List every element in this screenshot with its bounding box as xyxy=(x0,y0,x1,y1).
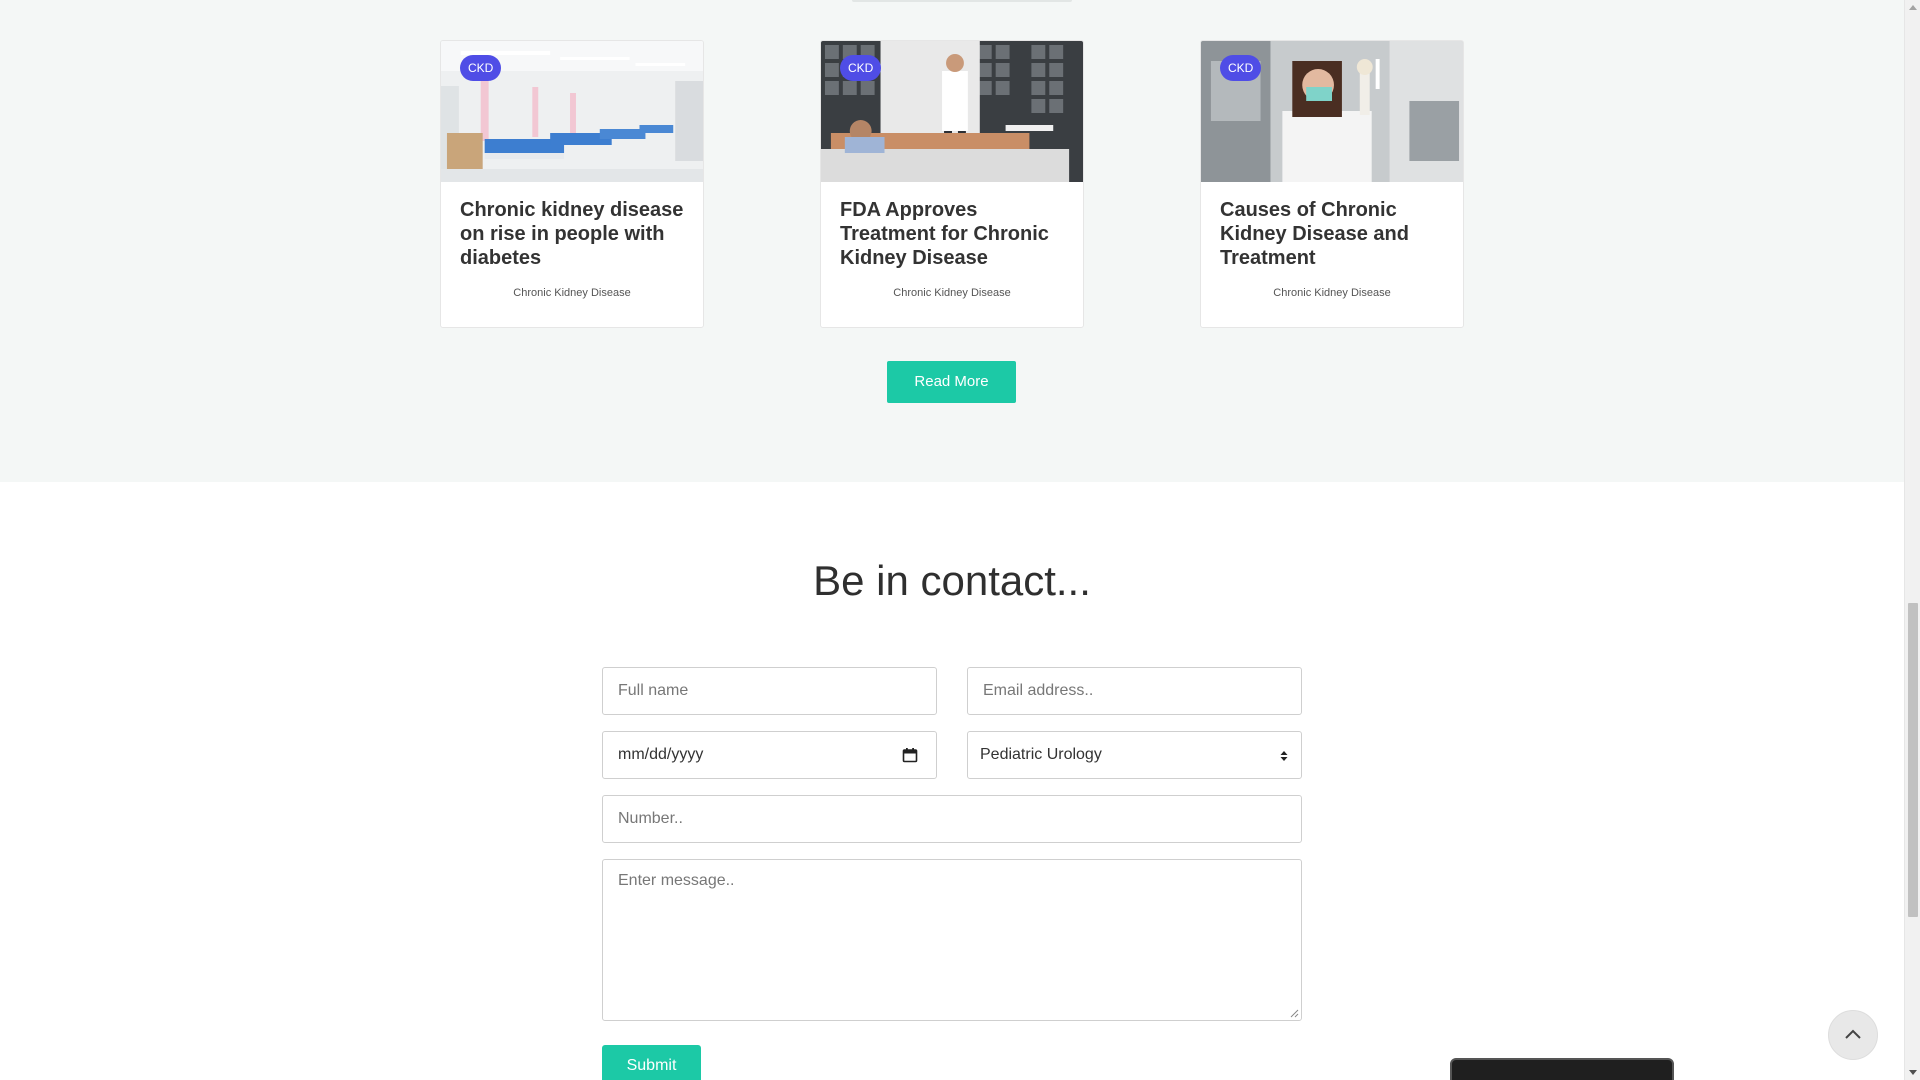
hospital-ward-image[interactable]: CKD xyxy=(441,41,703,182)
card-category[interactable]: Chronic Kidney Disease xyxy=(821,287,1083,299)
date-placeholder: mm/dd/yyyy xyxy=(618,746,704,763)
resize-handle-icon[interactable] xyxy=(1289,1008,1299,1018)
blog-section: CKD Chronic kidney disease on rise in pe… xyxy=(0,0,1904,482)
category-badge[interactable]: CKD xyxy=(1220,55,1262,81)
scroll-down-arrow-icon[interactable] xyxy=(1909,1070,1917,1075)
card-category[interactable]: Chronic Kidney Disease xyxy=(441,287,703,299)
card-category[interactable]: Chronic Kidney Disease xyxy=(1201,287,1463,299)
scrollbar-thumb[interactable] xyxy=(1908,603,1918,917)
department-select[interactable]: Pediatric Urology xyxy=(967,731,1302,779)
section-divider xyxy=(852,0,1072,2)
card-title[interactable]: FDA Approves Treatment for Chronic Kidne… xyxy=(821,182,1083,270)
message-placeholder: Enter message.. xyxy=(618,872,735,889)
select-arrows-icon xyxy=(1280,751,1288,761)
doctor-and-patient-image[interactable]: CKD xyxy=(821,41,1083,182)
email-input[interactable]: Email address.. xyxy=(967,667,1302,715)
category-badge[interactable]: CKD xyxy=(460,55,502,81)
submit-button[interactable]: Submit xyxy=(602,1045,701,1080)
department-selected-value: Pediatric Urology xyxy=(980,746,1102,763)
card-title[interactable]: Chronic kidney disease on rise in people… xyxy=(441,182,703,270)
blog-card[interactable]: CKD Chronic kidney disease on rise in pe… xyxy=(440,40,704,328)
contact-title: Be in contact... xyxy=(813,557,1091,604)
email-placeholder: Email address.. xyxy=(983,682,1094,699)
blog-card[interactable]: CKD FDA Approves Treatment for Chronic K… xyxy=(820,40,1084,328)
number-input[interactable]: Number.. xyxy=(602,795,1302,843)
lab-scientist-image[interactable]: CKD xyxy=(1201,41,1463,182)
full-name-input[interactable]: Full name xyxy=(602,667,937,715)
date-input[interactable]: mm/dd/yyyy xyxy=(602,731,937,779)
number-placeholder: Number.. xyxy=(618,810,683,827)
calendar-icon[interactable] xyxy=(902,747,918,763)
chevron-up-icon xyxy=(1845,1029,1861,1039)
message-textarea[interactable]: Enter message.. xyxy=(602,859,1302,1021)
scroll-to-top-button[interactable] xyxy=(1828,1010,1878,1060)
blog-card[interactable]: CKD Causes of Chronic Kidney Disease and… xyxy=(1200,40,1464,328)
scroll-up-arrow-icon[interactable] xyxy=(1909,5,1917,10)
read-more-button[interactable]: Read More xyxy=(887,361,1016,403)
card-title[interactable]: Causes of Chronic Kidney Disease and Tre… xyxy=(1201,182,1463,270)
chat-widget[interactable] xyxy=(1450,1058,1674,1080)
full-name-placeholder: Full name xyxy=(618,682,689,699)
category-badge[interactable]: CKD xyxy=(840,55,882,81)
page-scrollbar[interactable] xyxy=(1904,0,1920,1080)
